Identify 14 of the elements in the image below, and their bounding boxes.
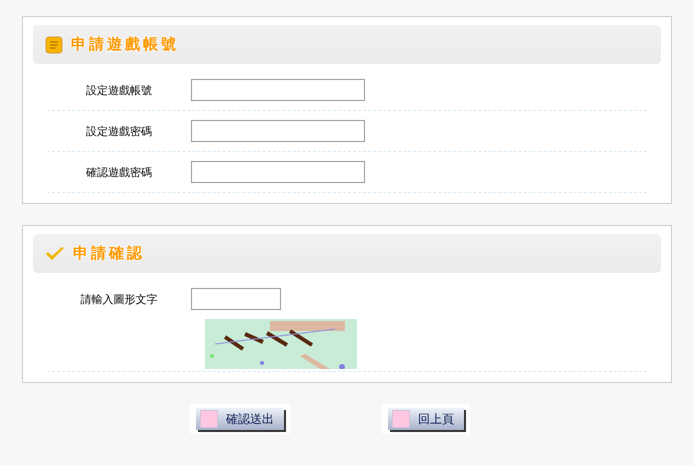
input-field[interactable] [191,79,365,101]
note-icon [45,36,63,54]
field-label: 設定遊戲密碼 [85,124,153,138]
checkmark-icon [45,246,65,262]
form-button[interactable]: 回上頁 [388,408,464,430]
section-title: 申請確認 [73,244,145,263]
field-label: 設定遊戲帳號 [85,82,153,98]
field-label: 請輸入圖形文字 [80,292,158,306]
input-field[interactable] [191,288,281,310]
input-field[interactable] [191,161,365,183]
field-label: 確認遊戲密碼 [85,164,153,180]
section-title: 申請遊戲帳號 [71,35,179,54]
form-button[interactable]: 確認送出 [196,408,284,430]
input-field[interactable] [191,120,365,142]
